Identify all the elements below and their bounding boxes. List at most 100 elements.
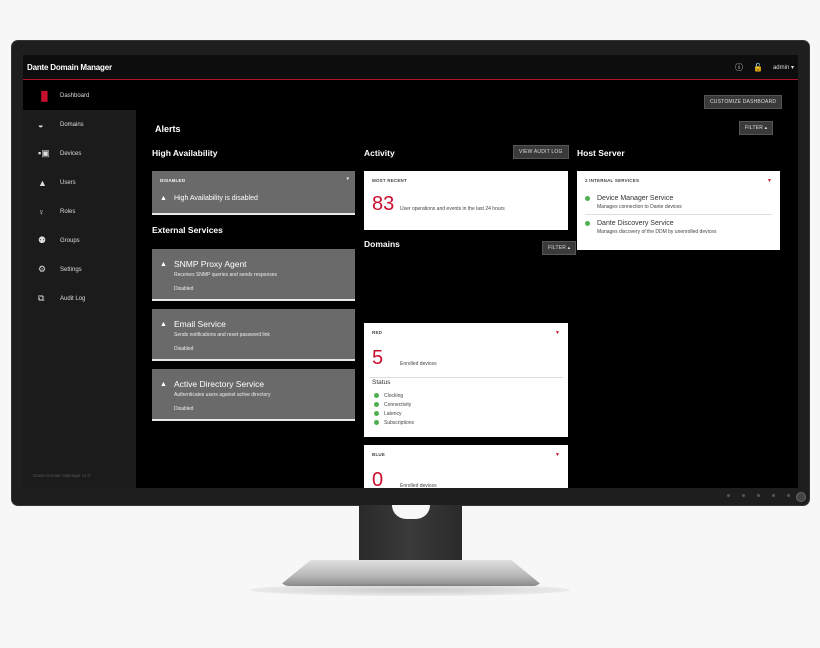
status-title: Status: [372, 379, 391, 386]
monitor-scene: Dante Domain Manager ⓘ 🔓 admin ▾ ▐▌ Dashb…: [0, 0, 820, 648]
host-server-caption: 2 INTERNAL SERVICES: [585, 178, 640, 183]
ha-state-caption: DISABLED: [160, 178, 186, 183]
settings-icon: ⚙: [38, 264, 47, 274]
domains-title: Domains: [364, 239, 400, 249]
app-header: Dante Domain Manager ⓘ 🔓 admin ▾: [23, 55, 798, 80]
help-icon[interactable]: ⓘ: [735, 62, 743, 73]
ha-message: High Availability is disabled: [173, 195, 258, 202]
view-audit-log-button[interactable]: VIEW AUDIT LOG: [513, 145, 569, 159]
activity-caption: MOST RECENT: [372, 178, 407, 183]
sidebar-item-label: Devices: [60, 150, 82, 157]
unlock-icon[interactable]: 🔓: [753, 63, 763, 72]
alerts-title: Alerts: [155, 124, 181, 134]
domain-name: BLUE: [372, 452, 386, 457]
activity-count: 83: [372, 193, 395, 215]
monitor-buttons: [727, 494, 790, 497]
host-server-title: Host Server: [577, 148, 625, 158]
monitor-stand-base: [279, 560, 543, 586]
domain-card[interactable]: BLUE▼0Enrolled devicesStatusClockingConn…: [364, 445, 568, 488]
status-row: Latency: [374, 409, 414, 418]
activity-desc: User operations and events in the last 2…: [400, 206, 505, 212]
warning-icon: ▲: [160, 195, 167, 202]
alerts-filter-button[interactable]: FILTER ▴: [739, 121, 774, 135]
status-row: Connectivity: [374, 400, 414, 409]
sidebar-item-devices[interactable]: ▪▣ Devices: [23, 139, 136, 168]
customize-dashboard-button[interactable]: CUSTOMIZE DASHBOARD: [704, 95, 783, 109]
monitor-chin: [23, 488, 798, 503]
dashboard-main: CUSTOMIZE DASHBOARD FILTER ▴ Alerts High…: [136, 81, 798, 488]
sidebar-item-audit-log[interactable]: ⧉ Audit Log: [23, 284, 136, 313]
domain-name: RED: [372, 330, 383, 335]
high-availability-title: High Availability: [152, 148, 218, 158]
activity-title: Activity: [364, 148, 395, 158]
sidebar-item-label: Roles: [60, 208, 76, 215]
host-server-card: 2 INTERNAL SERVICES ▼ Device Manager Ser…: [577, 171, 780, 250]
domains-filter-button[interactable]: FILTER ▴: [542, 241, 577, 255]
domain-card[interactable]: RED ▼ 5 Enrolled devices Status Clocking Conne…: [364, 323, 568, 437]
status-ok-icon: [374, 393, 379, 398]
sidebar-item-users[interactable]: ▲ Users: [23, 168, 136, 197]
high-availability-card[interactable]: DISABLED ▾ ▲ High Availability is disabl…: [152, 171, 355, 215]
activity-card: MOST RECENT 83 User operations and event…: [364, 171, 568, 230]
chevron-down-icon[interactable]: ▼: [767, 178, 772, 184]
service-desc: Sends notifications and reset password l…: [174, 332, 270, 338]
enrolled-count: 0: [372, 469, 384, 488]
host-service-name: Dante Discovery Service: [597, 220, 674, 227]
enrolled-label: Enrolled devices: [400, 361, 437, 367]
sidebar-item-domains[interactable]: ◒ Domains: [23, 110, 136, 139]
sidebar-item-label: Domains: [60, 121, 84, 128]
host-service-row: Device Manager Service Manages connection…: [585, 195, 772, 215]
globe-icon: ◒: [38, 119, 44, 130]
status-label: Latency: [384, 410, 402, 417]
warning-icon: ▲: [160, 320, 167, 328]
groups-icon: ⚉: [38, 235, 47, 245]
sidebar-item-label: Users: [60, 179, 76, 186]
sidebar-item-groups[interactable]: ⚉ Groups: [23, 226, 136, 255]
external-service-card[interactable]: ▲ SNMP Proxy Agent Receives SNMP queries a…: [152, 249, 355, 301]
sidebar-item-roles[interactable]: ♀ Roles: [23, 197, 136, 226]
stand-shadow: [250, 584, 570, 596]
sidebar: ▐▌ Dashboard ◒ Domains ▪▣ Devices ▲ Users ♀ Roles…: [23, 81, 136, 488]
sidebar-item-label: Dashboard: [60, 92, 90, 99]
external-service-card[interactable]: ▲ Active Directory Service Authenticates u…: [152, 369, 355, 421]
app-version: Dante Domain Manager v1.2: [33, 473, 91, 478]
sidebar-item-dashboard[interactable]: ▐▌ Dashboard: [23, 81, 136, 110]
external-service-card[interactable]: ▲ Email Service Sends notifications and re…: [152, 309, 355, 361]
sidebar-item-settings[interactable]: ⚙ Settings: [23, 255, 136, 284]
service-desc: Authenticates users against active direc…: [174, 392, 271, 398]
warning-icon: ▲: [160, 260, 167, 268]
sidebar-item-label: Groups: [60, 237, 80, 244]
status-label: Subscriptions: [384, 419, 415, 426]
enrolled-count: 5: [372, 347, 384, 369]
status-row: Clocking: [374, 391, 414, 400]
user-menu[interactable]: admin ▾: [773, 64, 794, 71]
power-button-icon: [796, 492, 806, 502]
status-ok-icon: [585, 196, 590, 201]
header-actions: ⓘ 🔓 admin ▾: [735, 62, 794, 73]
sidebar-item-label: Audit Log: [60, 295, 86, 302]
service-status: Disabled: [174, 406, 194, 412]
service-status: Disabled: [174, 346, 194, 352]
host-service-desc: Manages discovery of the DDM by unenroll…: [597, 229, 717, 235]
external-services-title: External Services: [152, 225, 223, 235]
status-list: Clocking Connectivity Latency Subscriptions: [374, 391, 414, 427]
warning-icon: ▲: [160, 380, 167, 388]
divider: [585, 214, 772, 215]
user-icon: ▲: [38, 177, 47, 188]
sidebar-nav: ▐▌ Dashboard ◒ Domains ▪▣ Devices ▲ Users ♀ Roles…: [23, 81, 136, 313]
status-label: Clocking: [384, 392, 404, 399]
chevron-down-icon[interactable]: ▼: [555, 452, 560, 458]
app-screen: Dante Domain Manager ⓘ 🔓 admin ▾ ▐▌ Dashb…: [23, 55, 798, 488]
chevron-down-icon[interactable]: ▼: [555, 330, 560, 336]
audit-log-icon: ⧉: [38, 293, 45, 303]
status-ok-icon: [374, 411, 379, 416]
chevron-down-icon[interactable]: ▾: [346, 176, 349, 182]
status-ok-icon: [374, 402, 379, 407]
host-service-name: Device Manager Service: [597, 195, 674, 202]
app-title: Dante Domain Manager: [27, 62, 112, 72]
dashboard-icon: ▐▌: [38, 90, 51, 101]
status-label: Connectivity: [384, 401, 412, 408]
sidebar-item-label: Settings: [60, 266, 82, 273]
status-ok-icon: [585, 221, 590, 226]
service-name: Active Directory Service: [173, 379, 265, 389]
